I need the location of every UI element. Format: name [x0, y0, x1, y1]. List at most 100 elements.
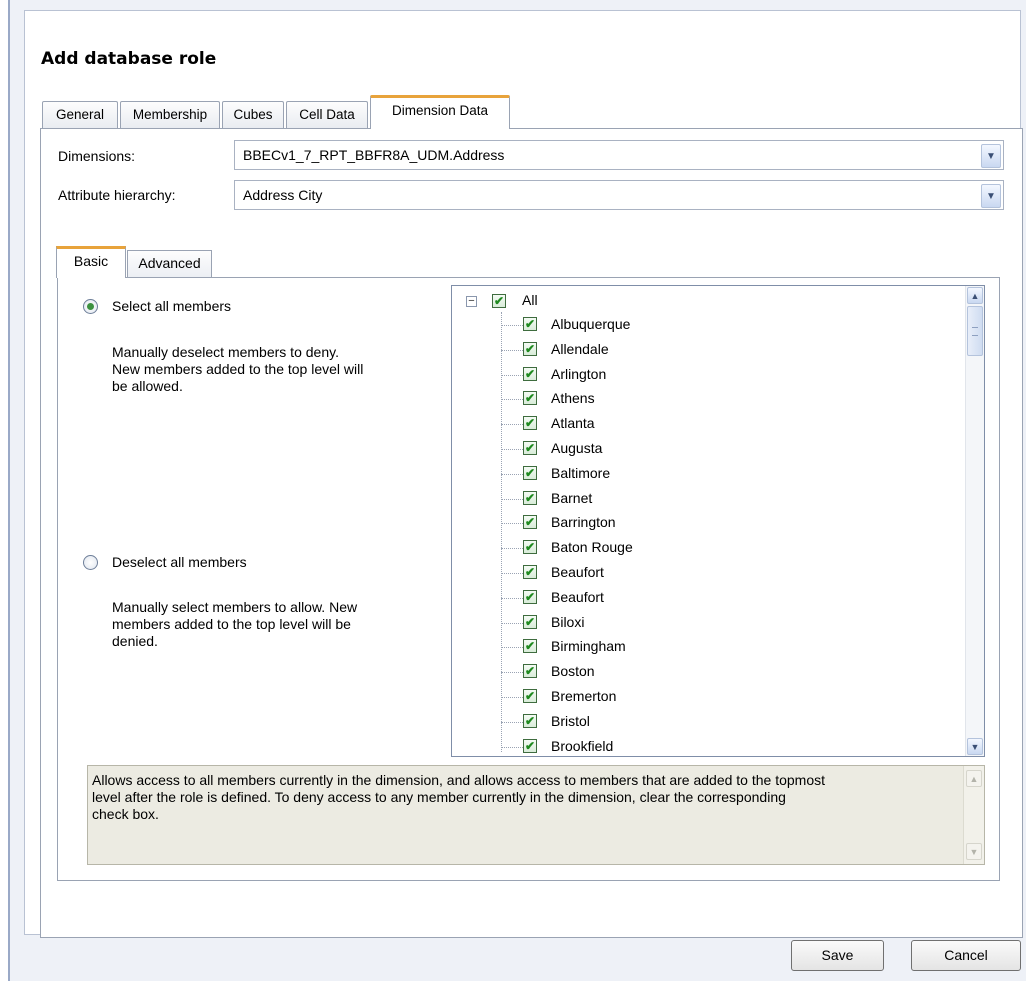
- deselect-all-note: Manually select members to allow. New me…: [112, 599, 357, 650]
- tab-dimension-data[interactable]: Dimension Data: [370, 95, 510, 129]
- tree-scrollbar[interactable]: ▲ ▼: [965, 286, 984, 756]
- select-all-radio[interactable]: [83, 299, 98, 314]
- radio-selected-dot: [87, 303, 94, 310]
- tree-connector: [501, 325, 523, 326]
- scroll-up-arrow-icon[interactable]: ▲: [967, 287, 983, 304]
- tree-item-label[interactable]: Barrington: [551, 514, 616, 530]
- description-box: Allows access to all members currently i…: [87, 765, 985, 865]
- description-line: check box.: [92, 806, 159, 822]
- tree-item-label[interactable]: Biloxi: [551, 614, 584, 630]
- tree-connector: [501, 312, 502, 752]
- member-checkbox[interactable]: ✔: [523, 465, 537, 480]
- member-checkbox[interactable]: ✔: [523, 738, 537, 753]
- member-checkbox[interactable]: ✔: [523, 440, 537, 455]
- dimensions-value: BBECv1_7_RPT_BBFR8A_UDM.Address: [243, 147, 505, 163]
- tab-advanced[interactable]: Advanced: [127, 250, 212, 277]
- member-checkbox[interactable]: ✔: [523, 416, 537, 431]
- tree-item-label[interactable]: Beaufort: [551, 564, 604, 580]
- tab-cell-data[interactable]: Cell Data: [286, 101, 368, 128]
- tab-general[interactable]: General: [42, 101, 118, 128]
- tree-item-label[interactable]: Beaufort: [551, 589, 604, 605]
- description-line: level after the role is defined. To deny…: [92, 789, 786, 805]
- attribute-hierarchy-value: Address City: [243, 187, 323, 203]
- dimensions-label: Dimensions:: [58, 148, 136, 164]
- member-tree[interactable]: − ✔ All ✔ Albuquerque ✔ Allendale ✔ Arlington…: [451, 285, 985, 757]
- tree-item-label[interactable]: Bristol: [551, 713, 590, 729]
- tree-connector: [501, 349, 523, 351]
- note-line: New members added to the top level will: [112, 361, 364, 377]
- member-checkbox[interactable]: ✔: [523, 391, 537, 406]
- tree-item-label[interactable]: Boston: [551, 663, 595, 679]
- tree-item-label[interactable]: Bremerton: [551, 688, 616, 704]
- tree-item-label[interactable]: Athens: [551, 390, 595, 406]
- member-checkbox[interactable]: ✔: [523, 639, 537, 654]
- scroll-down-arrow-icon[interactable]: ▼: [967, 738, 983, 755]
- note-line: Manually deselect members to deny.: [112, 344, 339, 360]
- scroll-up-arrow-icon[interactable]: ▲: [966, 770, 982, 787]
- tree-item-label[interactable]: Brookfield: [551, 738, 613, 754]
- tree-item-label[interactable]: Birmingham: [551, 638, 626, 654]
- root-checkbox[interactable]: ✔: [492, 294, 506, 308]
- attribute-hierarchy-dropdown[interactable]: Address City ▼: [234, 180, 1004, 210]
- note-line: members added to the top level will be: [112, 616, 351, 632]
- member-checkbox[interactable]: ✔: [523, 664, 537, 679]
- tree-connector: [501, 374, 523, 376]
- tree-root-label[interactable]: All: [522, 292, 538, 308]
- dialog-window: Add database role General Membership Cub…: [8, 0, 1026, 981]
- tree-item-label[interactable]: Barnet: [551, 490, 592, 506]
- tree-connector: [501, 448, 523, 450]
- dialog-title: Add database role: [41, 49, 217, 69]
- member-checkbox[interactable]: ✔: [523, 515, 537, 530]
- tree-item-label[interactable]: Augusta: [551, 440, 602, 456]
- chevron-down-icon[interactable]: ▼: [981, 184, 1001, 208]
- tree-connector: [501, 399, 523, 401]
- cancel-button[interactable]: Cancel: [911, 940, 1021, 971]
- collapse-icon[interactable]: −: [466, 296, 477, 307]
- deselect-all-radio[interactable]: [83, 555, 98, 570]
- member-checkbox[interactable]: ✔: [523, 713, 537, 728]
- scrollbar-thumb[interactable]: [967, 306, 983, 356]
- deselect-all-label[interactable]: Deselect all members: [112, 554, 247, 570]
- tree-item-label[interactable]: Albuquerque: [551, 316, 630, 332]
- member-checkbox[interactable]: ✔: [523, 341, 537, 356]
- note-line: denied.: [112, 633, 158, 649]
- member-checkbox[interactable]: ✔: [523, 490, 537, 505]
- member-checkbox[interactable]: ✔: [523, 564, 537, 579]
- tab-membership[interactable]: Membership: [120, 101, 220, 128]
- tree-connector: [501, 672, 523, 674]
- tree-connector: [501, 721, 523, 723]
- member-checkbox[interactable]: ✔: [523, 366, 537, 381]
- member-checkbox[interactable]: ✔: [523, 614, 537, 629]
- tree-item-label[interactable]: Atlanta: [551, 415, 595, 431]
- chevron-down-icon[interactable]: ▼: [981, 144, 1001, 168]
- tree-item-label[interactable]: Baltimore: [551, 465, 610, 481]
- scroll-down-arrow-icon[interactable]: ▼: [966, 843, 982, 860]
- tree-connector: [501, 498, 523, 500]
- save-button[interactable]: Save: [791, 940, 884, 971]
- tree-connector: [501, 523, 523, 525]
- grip-icon: [972, 327, 978, 336]
- attribute-hierarchy-label: Attribute hierarchy:: [58, 187, 176, 203]
- description-line: Allows access to all members currently i…: [92, 772, 826, 788]
- tree-connector: [501, 696, 523, 698]
- note-line: be allowed.: [112, 378, 183, 394]
- tree-connector: [501, 548, 523, 550]
- tab-cubes[interactable]: Cubes: [222, 101, 284, 128]
- tree-connector: [501, 597, 523, 599]
- tree-item-label[interactable]: Arlington: [551, 366, 606, 382]
- tree-connector: [501, 473, 523, 475]
- member-checkbox[interactable]: ✔: [523, 589, 537, 604]
- tree-connector: [501, 647, 523, 649]
- description-text: Allows access to all members currently i…: [92, 772, 947, 823]
- member-checkbox[interactable]: ✔: [523, 540, 537, 555]
- description-scrollbar[interactable]: ▲ ▼: [963, 766, 984, 864]
- dimensions-dropdown[interactable]: BBECv1_7_RPT_BBFR8A_UDM.Address ▼: [234, 140, 1004, 170]
- tree-item-label[interactable]: Baton Rouge: [551, 539, 633, 555]
- tree-item-label[interactable]: Allendale: [551, 341, 609, 357]
- select-all-label[interactable]: Select all members: [112, 298, 231, 314]
- member-checkbox[interactable]: ✔: [523, 688, 537, 703]
- tab-basic[interactable]: Basic: [56, 246, 126, 278]
- tree-connector: [501, 572, 523, 574]
- member-checkbox[interactable]: ✔: [523, 317, 537, 331]
- select-all-note: Manually deselect members to deny. New m…: [112, 344, 363, 395]
